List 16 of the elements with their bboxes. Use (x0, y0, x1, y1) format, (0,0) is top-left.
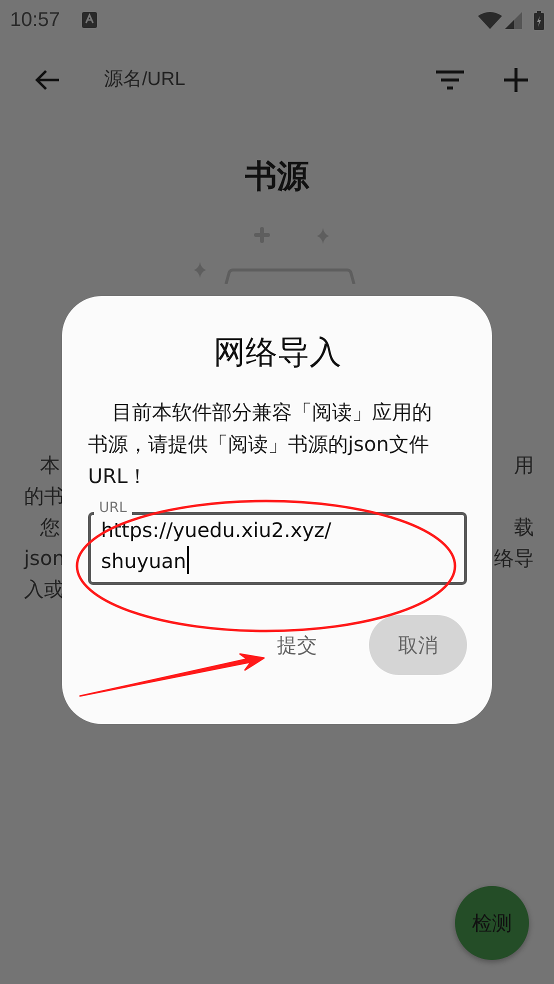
description-text: 的书 (24, 483, 64, 510)
description-text: 本 (40, 452, 60, 479)
submit-button[interactable]: 提交 (267, 624, 327, 666)
address-field[interactable]: URL https://yuedu.xiu2.xyz/shuyuan (88, 500, 467, 585)
field-label: URL (94, 500, 132, 516)
description-text: 络导 (494, 545, 534, 572)
description-text: 载 (514, 514, 534, 541)
cancel-button[interactable]: 取消 (369, 615, 467, 675)
description-text: 用 (514, 452, 534, 479)
page-title: 书源 (245, 156, 309, 197)
description-text: 入或 (24, 576, 64, 603)
clock: 10:57 (10, 8, 60, 32)
search-field[interactable]: 源名/URL (104, 69, 432, 91)
dialog-message: 目前本软件部分兼容「阅读」应用的书源，请提供「阅读」书源的json文件URL！ (88, 399, 433, 490)
description-text: 您 (40, 514, 60, 541)
dialog-title: 网络导入 (212, 332, 342, 373)
